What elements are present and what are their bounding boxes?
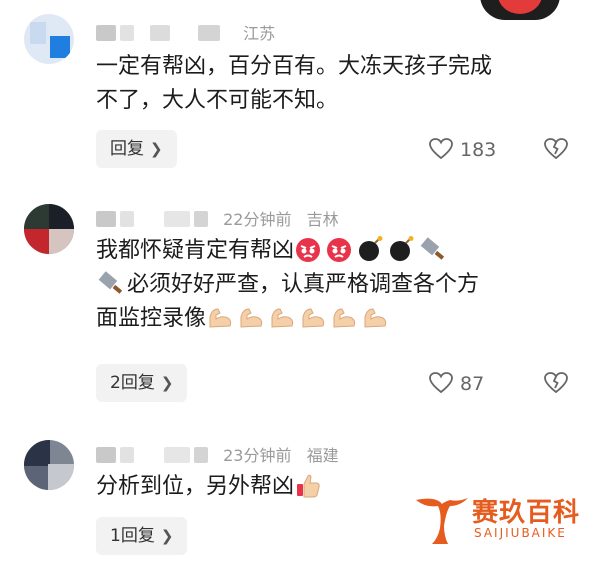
flexed-biceps-emoji <box>209 308 232 328</box>
avatar[interactable] <box>24 14 74 64</box>
like-button[interactable]: 87 <box>428 372 484 395</box>
whale-tail-logo <box>416 498 468 544</box>
avatar[interactable] <box>24 440 74 490</box>
angry-face-emoji <box>327 238 352 262</box>
reply-button[interactable]: 1回复 ❯ <box>96 517 188 555</box>
cleaver-emoji <box>420 237 445 260</box>
angry-face-emoji <box>296 238 321 262</box>
reply-button[interactable]: 2回复 ❯ <box>96 364 188 402</box>
like-count: 87 <box>460 373 485 395</box>
dislike-button[interactable] <box>543 372 569 398</box>
comment-text: 我都怀疑肯定有帮凶 必须好好严查，认真严格调查各个方 面监控录像 <box>96 234 586 336</box>
reply-button[interactable]: 回复 ❯ <box>96 130 177 168</box>
comment-time: 22分钟前 <box>223 210 292 229</box>
watermark-subtext: SAIJIUBAIKE <box>474 526 567 540</box>
chevron-right-icon: ❯ <box>160 527 174 545</box>
heart-icon <box>429 138 453 160</box>
record-icon <box>498 0 542 14</box>
flexed-biceps-emoji <box>240 308 263 328</box>
bomb-emoji <box>359 236 383 261</box>
comment-meta: 22分钟前 吉林 <box>96 206 339 230</box>
comment-meta: 23分钟前 福建 <box>96 442 339 466</box>
cleaver-emoji <box>98 271 123 294</box>
watermark-name: 赛玖百科 <box>472 498 581 528</box>
avatar[interactable] <box>24 204 74 254</box>
blurred-username <box>96 211 116 227</box>
comment-text: 一定有帮凶，百分百有。大冻天孩子完成 不了，大人不可能不知。 <box>96 54 493 113</box>
broken-heart-icon <box>544 372 568 394</box>
flexed-biceps-emoji <box>333 308 356 328</box>
chevron-right-icon: ❯ <box>150 140 163 158</box>
chevron-right-icon: ❯ <box>160 374 174 392</box>
comment-location: 江苏 <box>243 24 276 43</box>
comment-time: 23分钟前 <box>223 446 292 465</box>
watermark: 赛玖百科 SAIJIUBAIKE <box>412 488 597 548</box>
blurred-username <box>96 25 116 41</box>
like-count: 183 <box>460 139 497 161</box>
heart-icon <box>429 372 453 394</box>
comment-location: 吉林 <box>306 210 339 229</box>
floating-action-button[interactable] <box>480 0 560 20</box>
dislike-button[interactable] <box>543 138 569 164</box>
comment-meta: 江苏 <box>96 20 275 44</box>
flexed-biceps-emoji <box>364 308 387 328</box>
broken-heart-icon <box>544 138 568 160</box>
flexed-biceps-emoji <box>271 308 294 328</box>
blurred-username <box>96 447 116 463</box>
like-button[interactable]: 183 <box>428 138 496 161</box>
comment-location: 福建 <box>306 446 339 465</box>
thumbs-up-emoji <box>297 474 320 498</box>
flexed-biceps-emoji <box>302 308 325 328</box>
bomb-emoji <box>390 236 414 261</box>
